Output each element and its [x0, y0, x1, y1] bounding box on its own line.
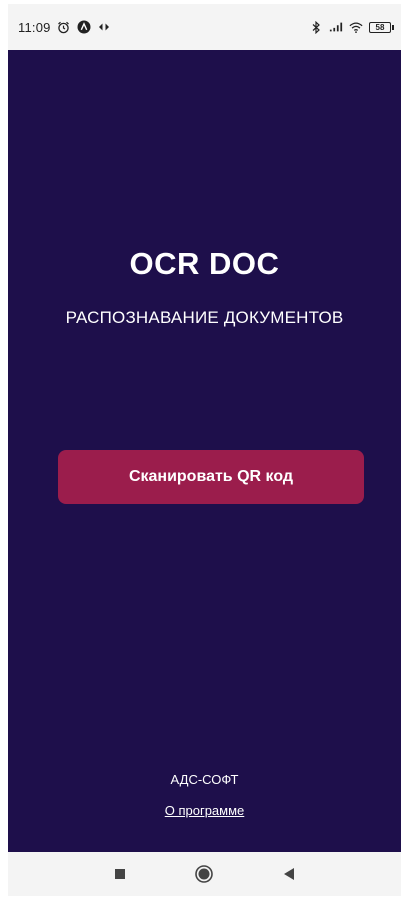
app-title: OCR DOC: [129, 246, 280, 281]
cast-icon: [97, 20, 111, 34]
main-screen: OCR DOC РАСПОЗНАВАНИЕ ДОКУМЕНТОВ Сканиро…: [8, 50, 401, 852]
status-bar: 11:09 58: [8, 4, 401, 50]
status-left: 11:09: [18, 20, 111, 35]
home-circle-icon: [195, 865, 214, 883]
app-notification-icon: [77, 20, 91, 34]
recents-square-icon: [115, 869, 126, 879]
wifi-icon: [349, 20, 363, 34]
signal-icon: [329, 20, 343, 34]
app-subtitle: РАСПОЗНАВАНИЕ ДОКУМЕНТОВ: [65, 308, 344, 327]
status-time: 11:09: [18, 19, 51, 35]
phone-screen: 11:09 58 OCR DOC РАСПОЗНАВАНИЕ ДОКУМЕНТО…: [8, 4, 401, 896]
scan-qr-button[interactable]: Сканировать QR код: [58, 450, 364, 504]
battery-icon: 58: [369, 21, 394, 33]
recents-button[interactable]: [100, 856, 140, 892]
about-link[interactable]: О программе: [8, 803, 401, 818]
back-button[interactable]: [269, 856, 309, 892]
back-triangle-icon: [283, 868, 294, 880]
alarm-icon: [57, 20, 71, 34]
status-right: 58: [309, 20, 394, 34]
home-button[interactable]: [184, 856, 224, 892]
navigation-bar: [8, 852, 401, 896]
company-name: АДС-СОФТ: [170, 772, 239, 787]
bluetooth-icon: [309, 20, 323, 34]
